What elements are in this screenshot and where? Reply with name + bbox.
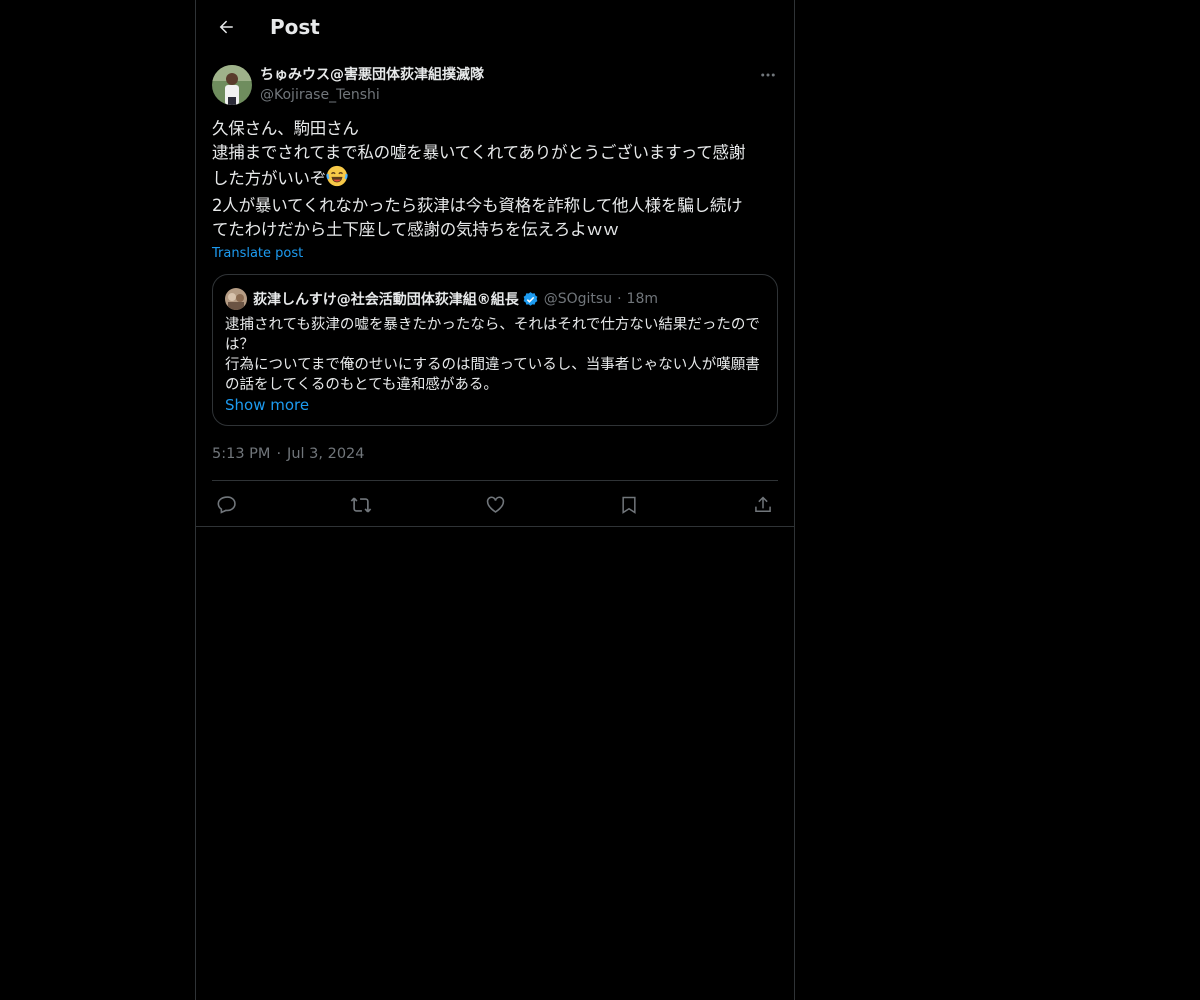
translate-post-link[interactable]: Translate post bbox=[212, 246, 778, 262]
post-text-line: した方がいいぞ bbox=[212, 169, 327, 188]
post-timestamp[interactable]: 5:13 PM · Jul 3, 2024 bbox=[212, 444, 778, 464]
like-icon bbox=[486, 496, 504, 513]
post-text-line: 久保さん、駒田さん bbox=[212, 119, 359, 138]
reply-button[interactable] bbox=[216, 494, 238, 516]
verified-badge-icon bbox=[522, 291, 539, 308]
quoted-post[interactable]: 荻津しんすけ@社会活動団体荻津組®組長 @SOgitsu · 18m 逮捕されて… bbox=[212, 274, 778, 426]
like-button[interactable] bbox=[484, 494, 506, 516]
timestamp-separator: · bbox=[276, 446, 282, 462]
post-column: Post ちゅみウス@害悪団体荻津組撲滅隊 @Kojirase_Tenshi 久… bbox=[195, 0, 795, 1000]
quoted-text: 逮捕されても荻津の嘘を暴きたかったなら、それはそれで仕方ない結果だったのでは？ … bbox=[225, 317, 760, 393]
quoted-display-name: 荻津しんすけ@社会活動団体荻津組®組長 bbox=[253, 292, 519, 308]
post-text-line: 逮捕までされてまで私の嘘を暴いてくれてありがとうございますって感謝 bbox=[212, 143, 746, 162]
post-text-line: てたわけだから土下座して感謝の気持ちを伝えろよｗｗ bbox=[212, 220, 620, 239]
more-icon bbox=[761, 73, 775, 77]
avatar[interactable] bbox=[212, 65, 252, 105]
bookmark-icon bbox=[622, 496, 636, 514]
face-with-tears-of-joy-icon bbox=[326, 165, 348, 194]
back-button[interactable] bbox=[214, 15, 238, 39]
post: ちゅみウス@害悪団体荻津組撲滅隊 @Kojirase_Tenshi 久保さん、駒… bbox=[196, 53, 794, 528]
quoted-post-header: 荻津しんすけ@社会活動団体荻津組®組長 @SOgitsu · 18m bbox=[225, 287, 765, 311]
author-names: ちゅみウス@害悪団体荻津組撲滅隊 @Kojirase_Tenshi bbox=[260, 65, 758, 105]
more-options-button[interactable] bbox=[758, 65, 778, 85]
post-author-row: ちゅみウス@害悪団体荻津組撲滅隊 @Kojirase_Tenshi bbox=[212, 65, 778, 105]
divider bbox=[196, 526, 794, 527]
repost-icon bbox=[350, 497, 372, 512]
quoted-time: 18m bbox=[626, 291, 658, 307]
post-date: Jul 3, 2024 bbox=[287, 446, 365, 462]
reply-icon bbox=[217, 496, 236, 514]
author-handle[interactable]: @Kojirase_Tenshi bbox=[260, 85, 758, 105]
repost-button[interactable] bbox=[350, 494, 372, 516]
post-actions bbox=[212, 481, 778, 528]
post-text: 久保さん、駒田さん 逮捕までされてまで私の嘘を暴いてくれてありがとうございますっ… bbox=[212, 117, 778, 242]
quoted-handle: @SOgitsu bbox=[543, 291, 613, 307]
author-display-name[interactable]: ちゅみウス@害悪団体荻津組撲滅隊 bbox=[260, 65, 758, 85]
bookmark-button[interactable] bbox=[618, 494, 640, 516]
share-button[interactable] bbox=[752, 494, 774, 516]
quoted-separator: · bbox=[617, 291, 622, 307]
arrow-left-icon bbox=[219, 20, 233, 33]
post-time: 5:13 PM bbox=[212, 446, 271, 462]
show-more-link[interactable]: Show more bbox=[225, 395, 765, 415]
quoted-avatar bbox=[225, 288, 247, 310]
share-icon bbox=[755, 495, 771, 512]
page-title: Post bbox=[270, 14, 320, 39]
page-header: Post bbox=[196, 0, 794, 53]
post-text-line: 2人が暴いてくれなかったら荻津は今も資格を詐称して他人様を騙し続け bbox=[212, 196, 743, 215]
